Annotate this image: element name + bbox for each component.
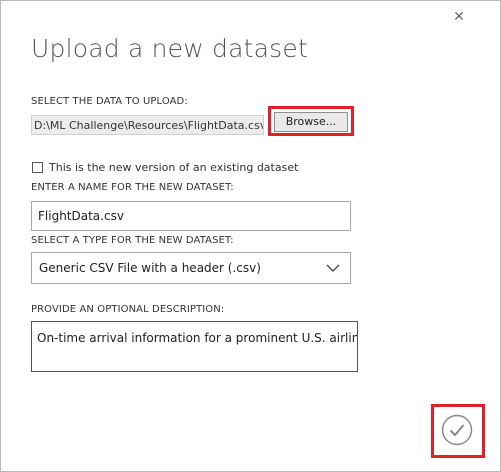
- existing-dataset-option[interactable]: This is the new version of an existing d…: [32, 161, 298, 174]
- upload-label: SELECT THE DATA TO UPLOAD:: [31, 96, 188, 107]
- dataset-type-select[interactable]: Generic CSV File with a header (.csv): [31, 252, 351, 284]
- dialog-title: Upload a new dataset: [31, 34, 308, 63]
- dataset-type-label: SELECT A TYPE FOR THE NEW DATASET:: [31, 235, 234, 246]
- existing-dataset-label: This is the new version of an existing d…: [49, 161, 299, 174]
- existing-dataset-checkbox[interactable]: [32, 162, 43, 173]
- browse-button[interactable]: Browse...: [274, 112, 348, 132]
- dataset-name-input[interactable]: FlightData.csv: [31, 201, 351, 231]
- chevron-down-icon: [326, 264, 340, 272]
- upload-dataset-dialog: ✕ Upload a new dataset SELECT THE DATA T…: [0, 0, 501, 472]
- close-icon[interactable]: ✕: [451, 9, 467, 25]
- checkmark-icon[interactable]: [441, 414, 473, 446]
- description-textarea[interactable]: On-time arrival information for a promin…: [31, 321, 358, 372]
- description-label: PROVIDE AN OPTIONAL DESCRIPTION:: [31, 304, 225, 315]
- file-path-field: D:\ML Challenge\Resources\FlightData.csv: [31, 115, 264, 135]
- dataset-type-value: Generic CSV File with a header (.csv): [39, 261, 261, 275]
- dataset-name-label: ENTER A NAME FOR THE NEW DATASET:: [31, 182, 234, 193]
